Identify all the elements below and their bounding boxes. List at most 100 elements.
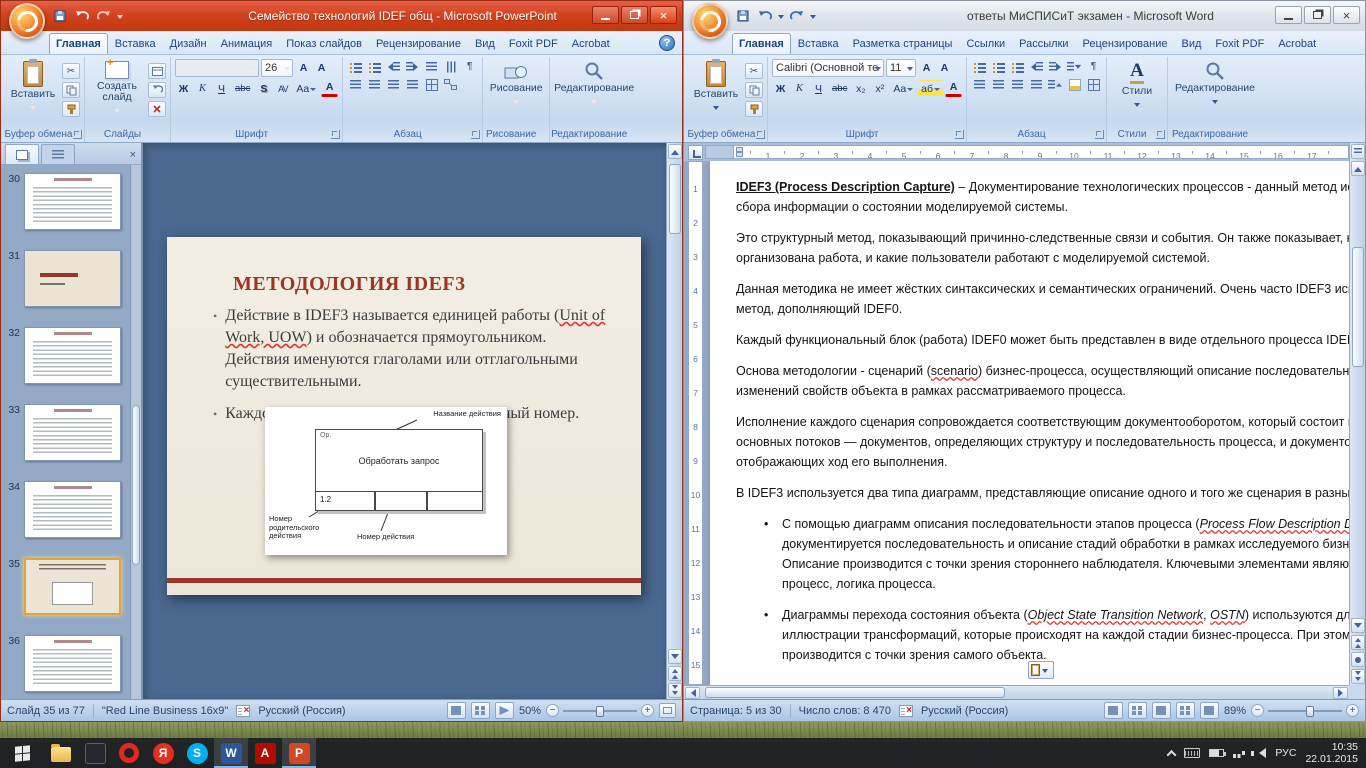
font-name-combo[interactable]: Calibri (Основной те bbox=[772, 59, 884, 77]
language-indicator[interactable]: Русский (Россия) bbox=[258, 705, 345, 717]
line-spacing-icon[interactable] bbox=[1047, 77, 1064, 92]
undo-button[interactable] bbox=[73, 8, 91, 24]
zoom-in-button[interactable]: + bbox=[641, 704, 654, 717]
ribbon-tab[interactable]: Вставка bbox=[108, 33, 163, 54]
layout-button[interactable] bbox=[148, 63, 166, 79]
font-size-button[interactable]: А bbox=[295, 60, 312, 77]
slide-editing-area[interactable]: МЕТОДОЛОГИЯ IDEF3 •Действие в IDEF3 назы… bbox=[143, 143, 666, 699]
copy-button[interactable] bbox=[745, 82, 763, 98]
fit-to-window-button[interactable] bbox=[659, 703, 676, 718]
slideshow-button[interactable] bbox=[495, 702, 514, 719]
font-button[interactable]: abc bbox=[829, 80, 850, 97]
font-button[interactable]: К bbox=[194, 80, 211, 97]
word-vertical-scrollbar[interactable] bbox=[1349, 143, 1365, 685]
decrease-indent-icon[interactable] bbox=[385, 59, 402, 74]
align-right-icon[interactable] bbox=[1009, 77, 1026, 92]
slide-thumbnail[interactable]: 31 bbox=[3, 250, 129, 307]
font-size-combo[interactable]: 11 bbox=[886, 59, 916, 77]
cut-button[interactable]: ✂ bbox=[62, 63, 80, 79]
format-painter-button[interactable] bbox=[62, 101, 80, 117]
styles-button[interactable]: А Стили bbox=[1111, 59, 1163, 110]
thumbnail-preview[interactable] bbox=[24, 327, 121, 384]
increase-indent-icon[interactable] bbox=[404, 59, 421, 74]
increase-indent-icon[interactable] bbox=[1047, 59, 1064, 74]
browse-object-button[interactable] bbox=[1351, 652, 1365, 667]
shading-icon[interactable] bbox=[1066, 77, 1083, 92]
sort-icon[interactable] bbox=[1066, 59, 1083, 74]
ribbon-tab[interactable]: Главная bbox=[49, 33, 108, 54]
redo-button[interactable] bbox=[788, 8, 806, 24]
fullscreen-reading-button[interactable] bbox=[1128, 702, 1147, 719]
scroll-up-icon[interactable] bbox=[1351, 161, 1365, 176]
slide-sorter-button[interactable] bbox=[471, 702, 490, 719]
spellcheck-icon[interactable] bbox=[899, 705, 913, 717]
close-pane-icon[interactable]: × bbox=[130, 150, 136, 160]
save-button[interactable] bbox=[51, 8, 69, 24]
ribbon-tab[interactable]: Foxit PDF bbox=[502, 33, 565, 54]
undo-caret[interactable] bbox=[778, 15, 784, 22]
thumbnail-preview[interactable] bbox=[24, 481, 121, 538]
font-button[interactable]: Ч bbox=[810, 80, 827, 97]
ribbon-tab[interactable]: Показ слайдов bbox=[279, 33, 369, 54]
ruler-toggle-button[interactable] bbox=[1351, 144, 1365, 159]
start-button[interactable] bbox=[0, 738, 44, 768]
tab-selector[interactable] bbox=[688, 145, 703, 160]
line-spacing-icon[interactable] bbox=[423, 59, 440, 74]
dialog-launcher-icon[interactable] bbox=[955, 130, 964, 139]
zoom-level[interactable]: 50% bbox=[519, 705, 541, 717]
font-button[interactable]: x₂ bbox=[852, 80, 869, 97]
paste-options-button[interactable] bbox=[1028, 661, 1054, 679]
font-button[interactable]: AV bbox=[274, 80, 291, 97]
previous-slide-button[interactable] bbox=[668, 666, 682, 681]
page-counter[interactable]: Страница: 5 из 30 bbox=[690, 705, 782, 717]
zoom-slider[interactable] bbox=[563, 710, 637, 712]
opera[interactable] bbox=[112, 738, 146, 768]
outline-view-button[interactable] bbox=[1176, 702, 1195, 719]
qat-menu-caret[interactable] bbox=[810, 15, 816, 22]
slide-thumbnail[interactable]: 34 bbox=[3, 481, 129, 538]
font-size-button[interactable]: А bbox=[313, 60, 330, 77]
minimize-button[interactable] bbox=[592, 6, 619, 24]
ms-word[interactable]: W bbox=[214, 738, 248, 768]
justify-icon[interactable] bbox=[1028, 77, 1045, 92]
scroll-up-icon[interactable] bbox=[668, 144, 682, 159]
scroll-thumb[interactable] bbox=[1352, 247, 1364, 367]
dark-app[interactable] bbox=[78, 738, 112, 768]
font-size-button[interactable]: А bbox=[936, 60, 953, 77]
drawing-button[interactable]: Рисование bbox=[487, 59, 545, 107]
align-right-icon[interactable] bbox=[385, 77, 402, 92]
word-count[interactable]: Число слов: 8 470 bbox=[799, 705, 891, 717]
font-name-combo[interactable] bbox=[175, 59, 259, 77]
draft-view-button[interactable] bbox=[1200, 702, 1219, 719]
slide-thumbnail[interactable]: 36 bbox=[3, 635, 129, 692]
bullets-icon[interactable] bbox=[971, 59, 988, 74]
tab-slides[interactable] bbox=[5, 144, 39, 164]
scroll-down-icon[interactable] bbox=[1351, 618, 1365, 633]
dialog-launcher-icon[interactable] bbox=[1095, 130, 1104, 139]
scroll-right-icon[interactable] bbox=[1333, 687, 1348, 699]
ribbon-tab[interactable]: Главная bbox=[732, 33, 791, 54]
font-button[interactable]: x² bbox=[871, 80, 888, 97]
next-page-button[interactable] bbox=[1351, 669, 1365, 684]
ribbon-tab[interactable]: Вид bbox=[1175, 33, 1209, 54]
numbering-icon[interactable] bbox=[366, 59, 383, 74]
paste-button[interactable]: Вставить bbox=[690, 59, 742, 113]
borders-icon[interactable] bbox=[1085, 77, 1102, 92]
file-explorer[interactable] bbox=[44, 738, 78, 768]
reset-button[interactable] bbox=[148, 82, 166, 98]
new-slide-button[interactable]: Создать слайд bbox=[89, 59, 145, 116]
ribbon-tab[interactable]: Foxit PDF bbox=[1208, 33, 1271, 54]
pane-scrollbar[interactable] bbox=[130, 165, 141, 699]
web-layout-button[interactable] bbox=[1152, 702, 1171, 719]
normal-view-button[interactable] bbox=[447, 702, 466, 719]
text-direction-icon[interactable] bbox=[442, 59, 459, 74]
save-button[interactable] bbox=[734, 8, 752, 24]
bullets-icon[interactable] bbox=[347, 59, 364, 74]
close-button[interactable]: × bbox=[650, 6, 677, 24]
slide-canvas[interactable]: МЕТОДОЛОГИЯ IDEF3 •Действие в IDEF3 назы… bbox=[167, 237, 641, 595]
next-slide-button[interactable] bbox=[668, 683, 682, 698]
horizontal-ruler[interactable]: 1234567891011121314151617 bbox=[684, 143, 1349, 161]
thumbnail-preview[interactable] bbox=[24, 635, 121, 692]
qat-menu-caret[interactable] bbox=[117, 15, 123, 22]
word-horizontal-scrollbar[interactable] bbox=[684, 685, 1349, 699]
